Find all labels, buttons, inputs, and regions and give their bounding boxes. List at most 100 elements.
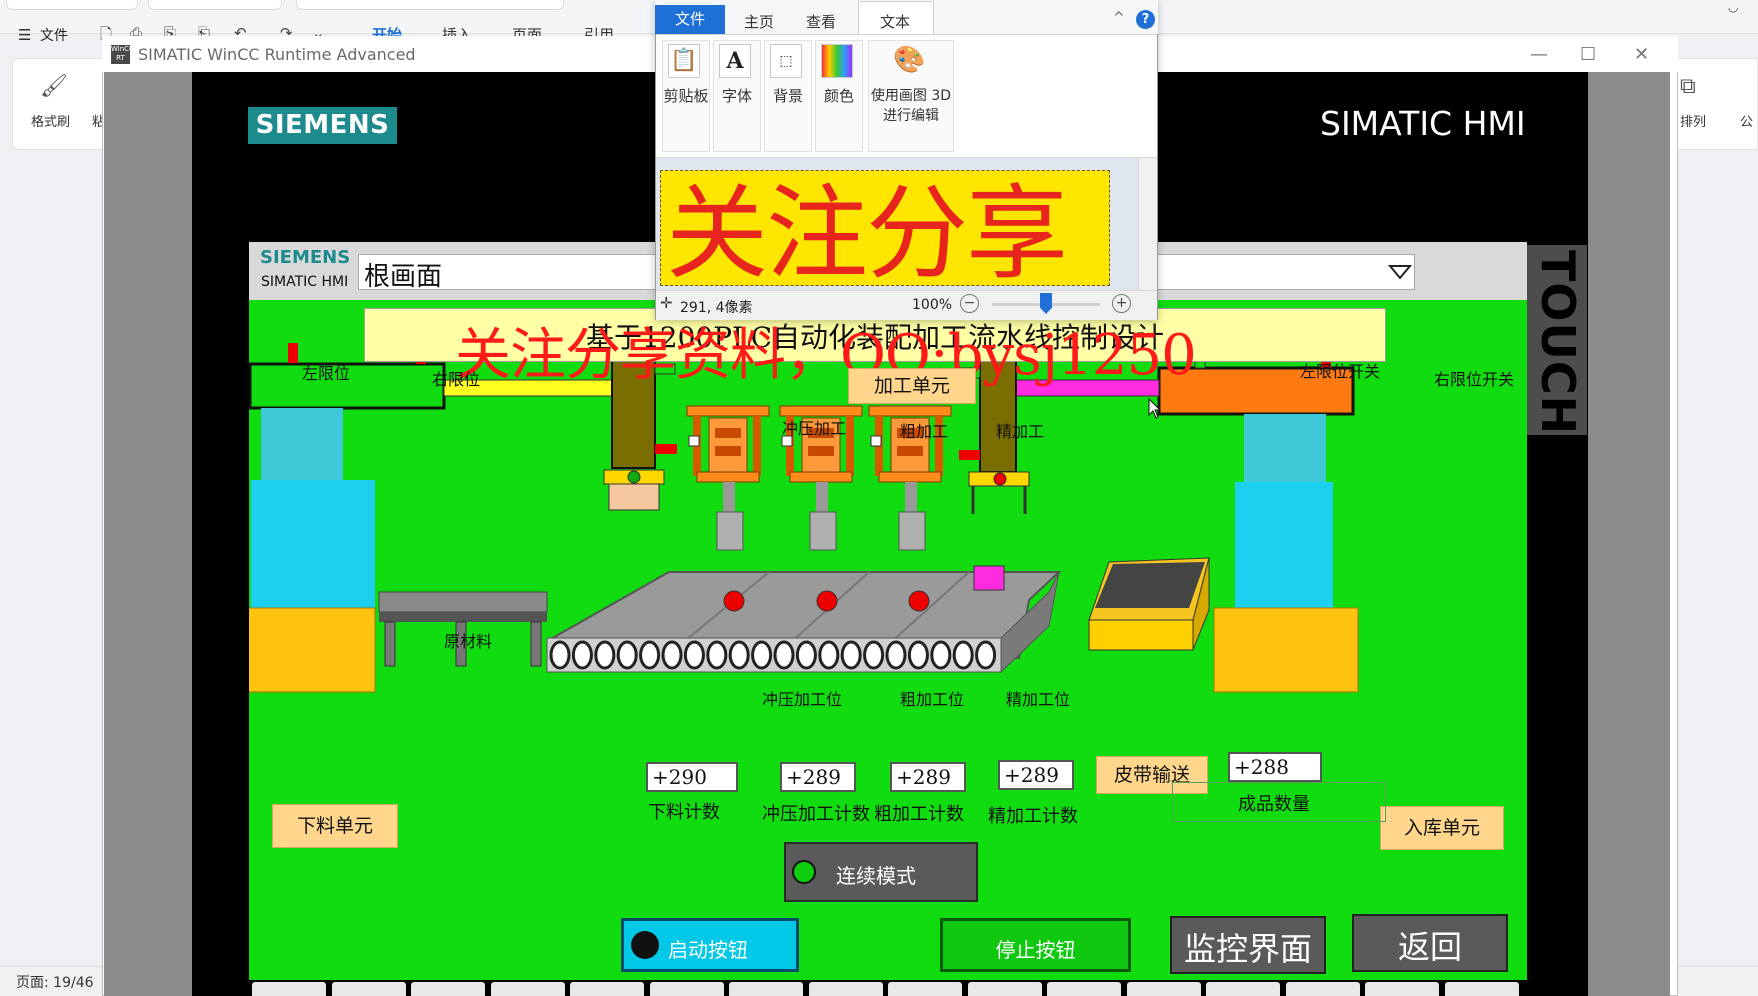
cursor-position: 291, 4像素 [680,300,753,316]
conveyor-roller [751,640,773,670]
function-key[interactable] [252,982,326,996]
paint3d-label: 使用画图 3D 进行编辑 [870,88,952,124]
zoom-out-icon[interactable]: − [960,294,979,313]
conveyor-roller [683,640,705,670]
minimize-icon[interactable]: — [1530,44,1548,65]
function-key[interactable] [570,982,644,996]
clipboard-label: 剪贴板 [663,87,709,105]
paint-tab-file[interactable]: 文件 [655,5,725,34]
function-key[interactable] [490,982,565,996]
conveyor-roller [549,640,571,670]
conveyor-roller [930,640,952,670]
crosshair-icon: ✛ [660,294,673,312]
mouse-pointer-icon [1148,398,1162,419]
storage-unit-button[interactable]: 入库单元 [1380,806,1504,850]
screen-name: 根画面 [364,262,443,292]
finished-count-label: 成品数量 [1238,794,1310,815]
wps-close-icon[interactable]: ◡ [1728,0,1738,14]
function-key[interactable] [888,982,962,996]
function-key[interactable] [1365,982,1439,996]
conveyor-roller [728,640,750,670]
wps-doc-tab[interactable] [148,0,282,10]
conveyor-roller [818,640,840,670]
color-label: 颜色 [823,87,854,105]
wps-file-menu[interactable]: 文件 [40,25,68,45]
monitor-screen-label: 监控界面 [1183,930,1312,968]
function-key[interactable] [1126,982,1201,996]
paint-tab-home[interactable]: 主页 [744,11,774,32]
function-key[interactable] [1444,982,1519,996]
wincc-app-icon: WinCC RT [111,45,134,64]
help-icon[interactable]: ? [1136,10,1155,29]
unloading-unit-button[interactable]: 下料单元 [272,804,398,848]
conveyor-roller [571,640,593,670]
conveyor-roller [639,640,661,670]
label-rough: 粗加工 [900,422,949,441]
counter-rough-value[interactable]: +289 [890,762,966,792]
function-key[interactable] [729,982,803,996]
function-key[interactable] [1047,982,1121,996]
conveyor-roller [594,640,616,670]
public-button[interactable]: 公 [1740,111,1753,130]
paint-vertical-scrollbar[interactable] [1138,158,1157,290]
function-key[interactable] [1285,982,1360,996]
conveyor-roller [616,640,638,670]
label-left-limit: 左限位 [302,364,351,383]
format-brush-button[interactable]: 格式刷 [31,111,70,130]
zoom-level: 100% [912,297,953,313]
conveyor-roller [885,640,907,670]
counter-unload-label: 下料计数 [648,802,720,823]
function-key[interactable] [411,982,485,996]
label-stamping-station: 冲压加工位 [762,690,843,709]
chevron-down-icon[interactable] [1388,262,1412,282]
header-brand: SIEMENS [260,247,351,268]
arrange-button[interactable]: 排列 [1680,111,1706,130]
label-finishing-station: 精加工位 [1006,690,1071,709]
stop-button-label: 停止按钮 [995,938,1076,962]
counter-unload-value[interactable]: +290 [646,762,738,792]
collapse-ribbon-icon[interactable]: ^ [1113,10,1125,26]
continuous-mode-label: 连续模式 [836,864,916,888]
wps-doc-tab[interactable] [6,0,138,10]
start-indicator [631,931,659,959]
continuous-mode-indicator [792,860,816,884]
watermark-overlay: 关注分享资料，QQ:bysj1250 [455,323,1197,388]
zoom-in-icon[interactable]: + [1112,294,1131,313]
conveyor-roller [952,640,974,670]
conveyor-roller [907,640,929,670]
counter-stamping-value[interactable]: +289 [780,762,856,792]
function-key[interactable] [649,982,724,996]
conveyor-roller [661,640,683,670]
conveyor-roller [863,640,885,670]
processing-unit-button[interactable]: 加工单元 [848,368,976,404]
paint3d-icon: 🎨 [893,45,926,75]
page-indicator: 页面: 19/46 [16,975,94,991]
menu-icon[interactable]: ☰ [18,26,31,44]
function-key[interactable] [331,982,406,996]
paint-tab-view[interactable]: 查看 [806,11,836,32]
label-right-limit: 右限位 [432,370,481,389]
function-key[interactable] [808,982,883,996]
press-stamping [686,405,770,551]
header-sub-brand: SIMATIC HMI [261,274,349,290]
label-rough-station: 粗加工位 [900,690,965,709]
label-stamping: 冲压加工 [782,419,847,438]
touch-label: TOUCH [1531,250,1585,436]
arrange-icon[interactable]: ⧉ [1680,74,1696,99]
label-right-limit-switch: 右限位开关 [1434,370,1515,389]
conveyor-roller [773,640,795,670]
format-brush-icon[interactable]: 🖌 [40,74,68,99]
start-button-label: 启动按钮 [668,938,748,962]
wps-doc-tab[interactable] [296,0,564,10]
font-label: 字体 [721,87,752,105]
finished-count-value[interactable]: +288 [1228,752,1322,782]
close-icon[interactable]: ✕ [1634,44,1649,65]
color-icon [821,44,853,78]
clipboard-icon: 📋 [668,44,700,78]
paint-tab-text[interactable]: 文本 [880,11,910,32]
counter-finishing-value[interactable]: +289 [998,760,1074,790]
function-key[interactable] [967,982,1042,996]
maximize-icon[interactable]: ☐ [1580,44,1596,65]
conveyor-roller [975,640,997,670]
function-key[interactable] [1206,982,1280,996]
